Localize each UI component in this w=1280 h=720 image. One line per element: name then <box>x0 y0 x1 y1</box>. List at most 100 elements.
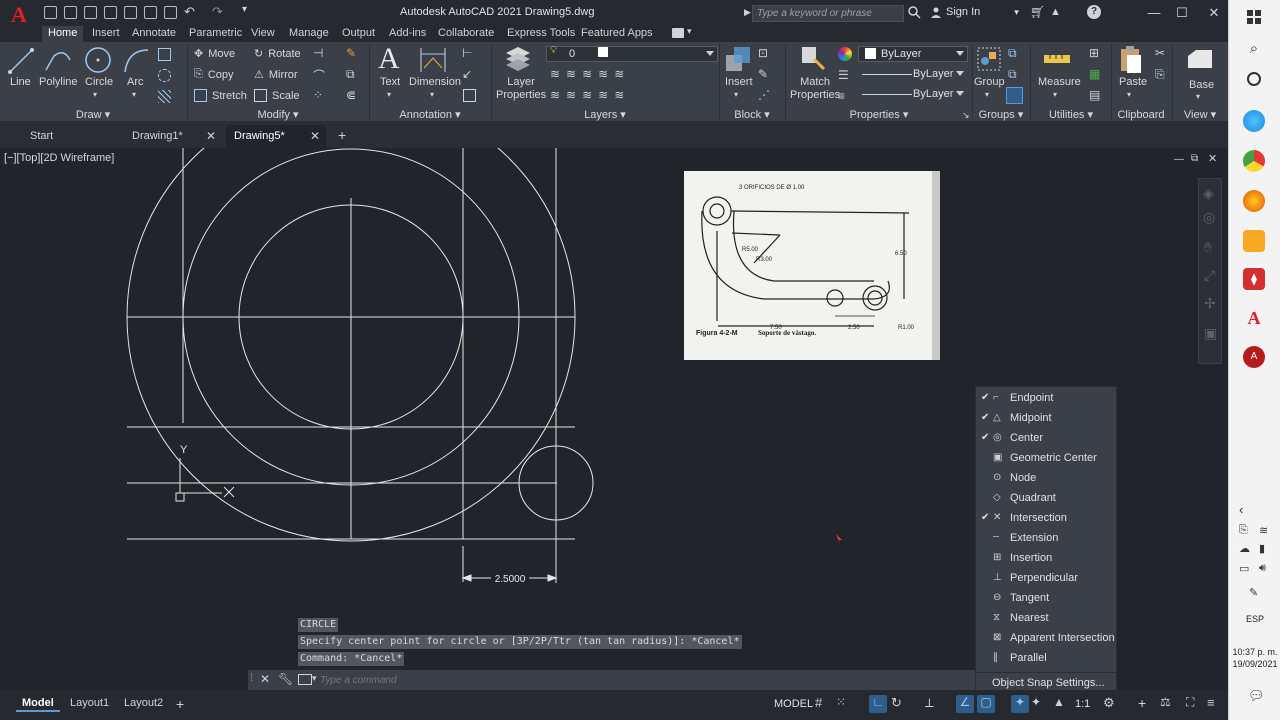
osnap-item-tangent[interactable]: ⊖ Tangent <box>976 588 1116 608</box>
tab-home[interactable]: Home <box>42 26 84 42</box>
osnap-item-quadrant[interactable]: ◇ Quadrant <box>976 488 1116 508</box>
autocad-taskbar-icon[interactable]: A <box>1243 307 1265 329</box>
measure-icon[interactable] <box>1042 50 1072 70</box>
rectangle-icon[interactable] <box>158 48 171 61</box>
osnap-item-node[interactable]: ⊙ Node <box>976 468 1116 488</box>
modify-panel-title[interactable]: Modify ▾ <box>188 108 368 122</box>
open-file-icon[interactable] <box>64 6 77 19</box>
mirror-button[interactable]: ⚠︎ Mirror <box>254 68 298 82</box>
autodesk-app-store-icon[interactable]: 🛒︎ <box>1030 5 1045 19</box>
command-line-grip-icon[interactable]: ⁞ <box>250 672 253 684</box>
viewport-minimize-icon[interactable]: — <box>1174 154 1184 165</box>
view-panel-title[interactable]: View ▾ <box>1174 108 1226 122</box>
erase-icon[interactable]: ✎ <box>346 46 356 60</box>
calculator-icon[interactable]: ▦ <box>1089 67 1100 81</box>
help-icon[interactable]: ? <box>1087 5 1101 19</box>
onedrive-icon[interactable]: ☁︎ <box>1239 542 1250 555</box>
osnap-item-nearest[interactable]: ⧖ Nearest <box>976 608 1116 628</box>
match-properties-button[interactable]: Match Properties <box>790 76 840 102</box>
customize-command-line-icon[interactable]: 🔧︎ <box>278 672 293 686</box>
match-properties-icon[interactable] <box>800 45 826 73</box>
zoom-icon[interactable]: ⤢ <box>1204 267 1215 284</box>
layers-panel-title[interactable]: Layers ▾ <box>492 108 718 122</box>
trim-icon[interactable]: ⊣ <box>313 46 323 60</box>
dimension-button[interactable]: Dimension <box>409 76 461 88</box>
tab-add-ins[interactable]: Add-ins <box>383 26 432 42</box>
create-block-icon[interactable]: ⊡ <box>758 46 768 60</box>
tab-collaborate[interactable]: Collaborate <box>432 26 500 42</box>
tab-manage[interactable]: Manage <box>283 26 335 42</box>
offset-icon[interactable]: ⋐ <box>346 88 356 102</box>
command-input[interactable] <box>320 672 920 688</box>
annotation-monitor-icon[interactable]: + <box>1138 695 1156 713</box>
base-view-icon[interactable] <box>1186 48 1214 72</box>
osnap-item-parallel[interactable]: ∥ Parallel <box>976 648 1116 668</box>
annotation-scale-value[interactable]: 1:1 <box>1075 698 1090 710</box>
tab-view[interactable]: View <box>245 26 281 42</box>
signin-dropdown-icon[interactable]: ▾ <box>1014 7 1019 18</box>
undo-icon[interactable]: ↶ <box>184 4 195 20</box>
tray-device-icon[interactable]: ⎘ <box>1239 524 1248 537</box>
move-button[interactable]: ✥ Move <box>194 47 235 61</box>
arc-tool-icon[interactable] <box>122 46 150 76</box>
drawing-area[interactable]: [−][Top][2D Wireframe] — ⧉ ✕ 2.5000 Y 3 … <box>0 148 1228 692</box>
line-tool-icon[interactable] <box>8 46 34 76</box>
clipboard-panel-title[interactable]: Clipboard <box>1112 108 1170 122</box>
search-icon[interactable] <box>907 5 921 19</box>
layer-tools-row1-icon[interactable]: ≋≋≋≋≋ <box>550 67 630 81</box>
ribbon-minimize-icon[interactable] <box>672 28 684 38</box>
paste-icon[interactable] <box>1118 45 1144 75</box>
line-button[interactable]: Line <box>10 76 31 88</box>
reference-image[interactable]: 3 ORIFICIOS DE Ø 1.00 R5.00 R3.00 6.50 7… <box>684 171 940 360</box>
layer-tools-row2-icon[interactable]: ≋≋≋≋≋ <box>550 88 630 102</box>
file-tab-drawing5[interactable]: Drawing5* ✕ <box>226 125 326 148</box>
table-icon[interactable] <box>463 89 476 102</box>
layer-dropdown[interactable]: 0 <box>546 46 718 62</box>
properties-panel-title[interactable]: Properties ▾ <box>786 108 972 122</box>
system-clock[interactable]: 10:37 p. m. 19/09/2021 <box>1231 646 1279 670</box>
usb-icon[interactable]: ▮ <box>1259 542 1265 555</box>
base-button[interactable]: Base <box>1189 79 1214 91</box>
insert-button[interactable]: Insert <box>725 76 753 88</box>
group-button[interactable]: Group <box>974 76 1005 88</box>
edit-block-icon[interactable]: ✎ <box>758 67 768 81</box>
group-edit-icon[interactable]: ⧉ <box>1008 67 1017 82</box>
base-dropdown-icon[interactable]: ▾ <box>1196 92 1200 101</box>
signin-button[interactable]: Sign In ▾ <box>930 6 1019 18</box>
customization-menu-icon[interactable]: ≡ <box>1207 695 1225 713</box>
expand-search-icon[interactable]: ▶ <box>744 7 751 18</box>
edge-browser-icon[interactable] <box>1243 110 1265 132</box>
copy-button[interactable]: ⎘ Copy <box>194 68 234 81</box>
group-icon[interactable] <box>976 46 1002 72</box>
isodraft-icon[interactable]: ⟂ <box>925 695 943 713</box>
tab-parametric[interactable]: Parametric <box>183 26 248 42</box>
osnap-item-intersection[interactable]: ✔ ✕ Intersection <box>976 508 1116 528</box>
qat-customize-icon[interactable]: ▾ <box>242 4 247 15</box>
viewport-close-icon[interactable]: ✕ <box>1208 152 1217 165</box>
group-dropdown-icon[interactable]: ▾ <box>985 90 989 99</box>
search-taskbar-icon[interactable]: ⌕ <box>1243 40 1265 62</box>
dimension-dropdown-icon[interactable]: ▾ <box>430 90 434 99</box>
linear-dim-icon[interactable]: ⊢ <box>462 46 472 60</box>
steering-wheel-icon[interactable]: ◎ <box>1203 209 1215 226</box>
osnap-item-geometric-center[interactable]: ▣ Geometric Center <box>976 448 1116 468</box>
close-command-line-icon[interactable]: ✕ <box>260 672 270 686</box>
ortho-icon[interactable]: ∟ <box>869 695 887 713</box>
close-tab-icon[interactable]: ✕ <box>206 125 216 147</box>
file-tab-start[interactable]: Start <box>22 125 120 148</box>
acrobat-reader-icon[interactable]: ⧫ <box>1243 268 1265 290</box>
dimension-tool-icon[interactable] <box>418 46 448 74</box>
annotation-visibility-icon[interactable]: ✦ <box>1011 695 1029 713</box>
polyline-tool-icon[interactable] <box>44 46 72 76</box>
firefox-browser-icon[interactable] <box>1243 190 1265 212</box>
osnap-item-apparent-intersection[interactable]: ⊠ Apparent Intersection <box>976 628 1116 648</box>
osnap-item-endpoint[interactable]: ✔ ⌐ Endpoint <box>976 388 1116 408</box>
tab-annotate[interactable]: Annotate <box>126 26 182 42</box>
utilities-panel-title[interactable]: Utilities ▾ <box>1031 108 1111 122</box>
circle-tool-icon[interactable] <box>83 45 113 75</box>
command-prompt-icon[interactable] <box>298 674 312 685</box>
text-tool-icon[interactable]: A <box>378 42 400 76</box>
orbit-icon[interactable]: ✢ <box>1204 295 1216 312</box>
tab-express-tools[interactable]: Express Tools <box>501 26 581 42</box>
wifi-icon[interactable]: ≋ <box>1259 524 1268 537</box>
